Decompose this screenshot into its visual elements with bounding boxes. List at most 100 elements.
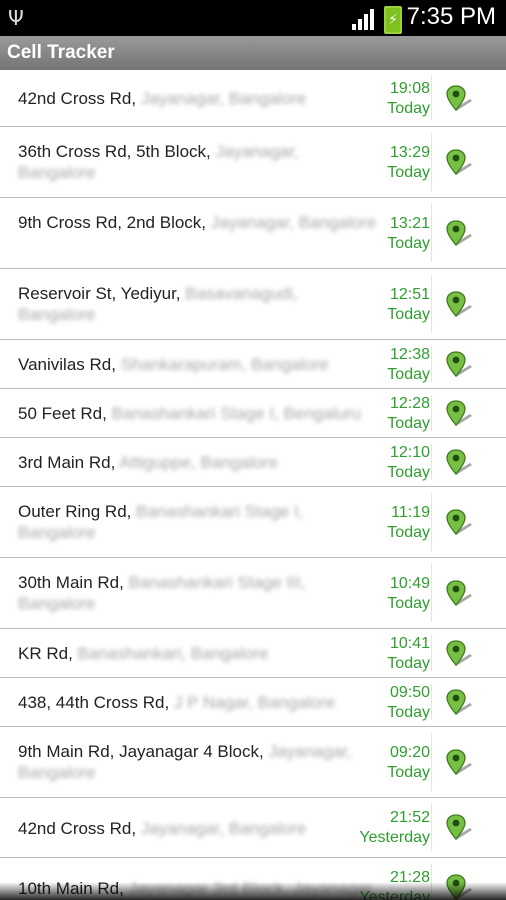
location-list[interactable]: 42nd Cross Rd, Jayanagar, Bangalore 19:08… — [0, 70, 506, 900]
map-pin-icon[interactable] — [444, 508, 476, 538]
divider — [431, 564, 432, 622]
day-label: Today — [387, 163, 430, 181]
status-bar: Ψ ⚡ 7:35 PM — [0, 0, 506, 36]
day-label: Today — [387, 703, 430, 721]
blurred-locality: Shankarapuram, Bangalore — [120, 355, 329, 374]
location-address: 50 Feet Rd, Banashankari Stage I, Bengal… — [18, 403, 378, 424]
blurred-locality: Jayanagar, Bangalore — [140, 89, 307, 108]
timestamp: 13:29 Today — [387, 143, 430, 183]
time-of-day: 13:21 — [389, 214, 430, 232]
street-name: 42nd Cross Rd, — [18, 818, 137, 838]
location-address: Reservoir St, Yediyur, Basavanagudi, Ban… — [18, 283, 378, 325]
map-pin-icon[interactable] — [444, 579, 476, 609]
timestamp: 12:51 Today — [387, 285, 430, 325]
location-row[interactable]: 50 Feet Rd, Banashankari Stage I, Bengal… — [0, 389, 506, 438]
divider — [431, 76, 432, 120]
location-address: 42nd Cross Rd, Jayanagar, Bangalore — [18, 88, 378, 109]
location-row[interactable]: Outer Ring Rd, Banashankari Stage I, Ban… — [0, 487, 506, 558]
divider — [431, 635, 432, 671]
location-address: 42nd Cross Rd, Jayanagar, Bangalore — [18, 818, 378, 839]
divider — [431, 346, 432, 382]
street-name: 30th Main Rd, — [18, 573, 124, 592]
divider — [431, 204, 432, 262]
timestamp: 09:20 Today — [387, 743, 430, 783]
street-name: 9th Main Rd, Jayanagar 4 Block, — [18, 742, 264, 761]
day-label: Yesterday — [359, 829, 430, 846]
map-pin-icon[interactable] — [444, 399, 476, 429]
map-pin-icon[interactable] — [444, 448, 476, 478]
time-of-day: 12:51 — [389, 285, 430, 303]
location-address: 9th Main Rd, Jayanagar 4 Block, Jayanaga… — [18, 741, 378, 783]
timestamp: 19:08 Today — [387, 79, 430, 119]
street-name: 50 Feet Rd, — [18, 404, 107, 423]
time-of-day: 10:49 — [389, 574, 430, 592]
location-address: 30th Main Rd, Banashankari Stage III, Ba… — [18, 572, 378, 614]
location-row[interactable]: 36th Cross Rd, 5th Block, Jayanagar, Ban… — [0, 127, 506, 198]
map-pin-icon[interactable] — [444, 813, 476, 843]
location-address: 36th Cross Rd, 5th Block, Jayanagar, Ban… — [18, 141, 378, 183]
day-label: Today — [387, 763, 430, 781]
street-name: 9th Cross Rd, 2nd Block, — [18, 213, 207, 232]
day-label: Today — [387, 594, 430, 612]
day-label: Today — [387, 99, 430, 117]
location-address: Vanivilas Rd, Shankarapuram, Bangalore — [18, 354, 378, 375]
time-of-day: 21:52 — [389, 809, 430, 826]
time-of-day: 12:38 — [389, 345, 430, 363]
day-label: Today — [387, 523, 430, 541]
location-row[interactable]: Reservoir St, Yediyur, Basavanagudi, Ban… — [0, 269, 506, 340]
divider — [431, 804, 432, 851]
map-pin-icon[interactable] — [444, 688, 476, 718]
location-row[interactable]: 9th Main Rd, Jayanagar 4 Block, Jayanaga… — [0, 727, 506, 798]
blurred-locality: Attiguppe, Bangalore — [119, 453, 278, 472]
location-address: KR Rd, Banashankari, Bangalore — [18, 643, 378, 664]
map-pin-icon[interactable] — [444, 219, 476, 249]
divider — [431, 733, 432, 791]
location-address: 9th Cross Rd, 2nd Block, Jayanagar, Bang… — [18, 212, 378, 233]
day-label: Today — [387, 414, 430, 432]
location-row[interactable]: 3rd Main Rd, Attiguppe, Bangalore 12:10 To… — [0, 438, 506, 487]
location-row[interactable]: 9th Cross Rd, 2nd Block, Jayanagar, Bang… — [0, 198, 506, 269]
scroll-fade — [0, 882, 506, 900]
timestamp: 10:41 Today — [387, 634, 430, 674]
time-of-day: 10:41 — [389, 634, 430, 652]
time-of-day: 12:28 — [389, 394, 430, 412]
timestamp: 09:50 Today — [387, 683, 430, 723]
timestamp: 11:19 Today — [387, 503, 430, 543]
divider — [431, 395, 432, 431]
location-row[interactable]: 42nd Cross Rd, Jayanagar, Bangalore 21:52… — [0, 798, 506, 858]
map-pin-icon[interactable] — [444, 748, 476, 778]
street-name: 42nd Cross Rd, — [18, 89, 137, 108]
location-address: 3rd Main Rd, Attiguppe, Bangalore — [18, 452, 378, 473]
time-of-day: 11:19 — [391, 503, 430, 521]
time-of-day: 13:29 — [389, 143, 430, 161]
map-pin-icon[interactable] — [444, 639, 476, 669]
location-row[interactable]: 438, 44th Cross Rd, J P Nagar, Bangalore… — [0, 678, 506, 727]
divider — [431, 133, 432, 191]
blurred-locality: Jayanagar, Bangalore — [140, 818, 307, 838]
timestamp: 21:52 Yesterday — [359, 808, 430, 848]
time-of-day: 09:50 — [389, 683, 430, 701]
map-pin-icon[interactable] — [444, 350, 476, 380]
day-label: Today — [387, 234, 430, 252]
location-address: 438, 44th Cross Rd, J P Nagar, Bangalore — [18, 692, 378, 713]
day-label: Today — [387, 365, 430, 383]
map-pin-icon[interactable] — [444, 84, 476, 114]
location-row[interactable]: 30th Main Rd, Banashankari Stage III, Ba… — [0, 558, 506, 629]
map-pin-icon[interactable] — [444, 148, 476, 178]
day-label: Today — [387, 463, 430, 481]
location-address: Outer Ring Rd, Banashankari Stage I, Ban… — [18, 501, 378, 543]
location-row[interactable]: 42nd Cross Rd, Jayanagar, Bangalore 19:08… — [0, 70, 506, 127]
location-row[interactable]: KR Rd, Banashankari, Bangalore 10:41 Today — [0, 629, 506, 678]
timestamp: 10:49 Today — [387, 574, 430, 614]
divider — [431, 684, 432, 720]
blurred-locality: Banashankari Stage I, Bengaluru — [111, 404, 362, 423]
divider — [431, 444, 432, 480]
map-pin-icon[interactable] — [444, 290, 476, 320]
street-name: 3rd Main Rd, — [18, 453, 116, 472]
timestamp: 12:10 Today — [387, 443, 430, 483]
street-name: Reservoir St, Yediyur, — [18, 284, 181, 303]
location-row[interactable]: Vanivilas Rd, Shankarapuram, Bangalore 12… — [0, 340, 506, 389]
time-of-day: 19:08 — [389, 79, 430, 97]
divider — [431, 275, 432, 333]
divider — [431, 493, 432, 551]
